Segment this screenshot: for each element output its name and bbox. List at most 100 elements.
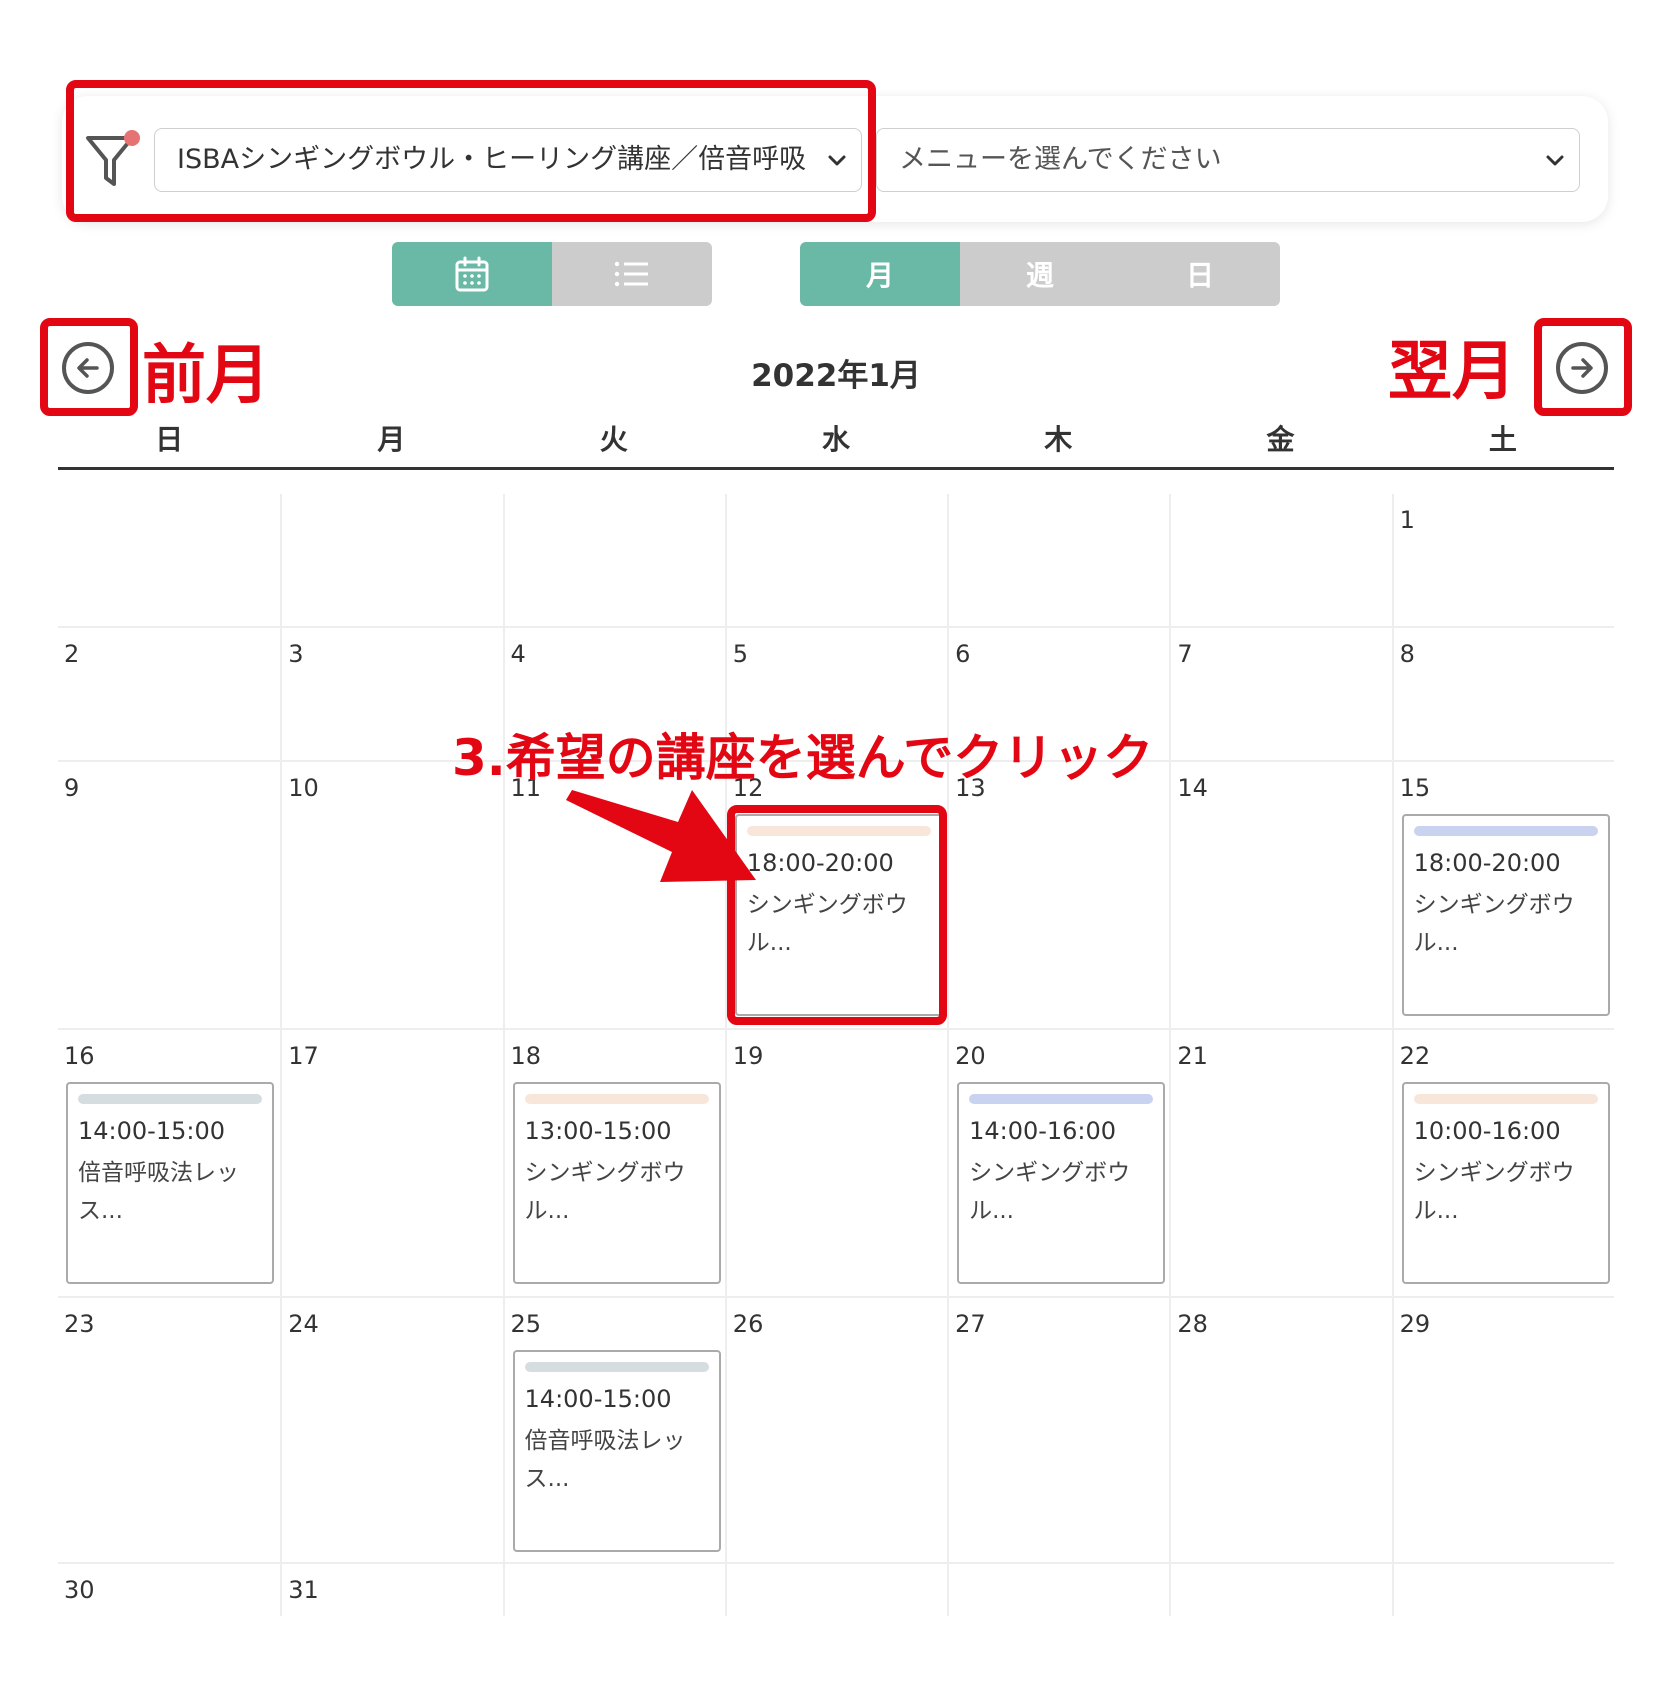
day-cell[interactable]: 7 <box>1169 628 1391 760</box>
event-card[interactable]: 14:00-15:00 倍音呼吸法レッス... <box>512 1350 721 1552</box>
month-title: 2022年1月 <box>751 358 921 394</box>
day-number: 27 <box>955 1310 986 1338</box>
day-cell[interactable]: 13 <box>947 762 1169 1028</box>
day-number: 10 <box>288 774 319 802</box>
event-card[interactable]: 13:00-15:00 シンギングボウル... <box>512 1082 721 1284</box>
day-cell <box>1169 1564 1391 1616</box>
range-day-button[interactable]: 日 <box>1120 242 1280 306</box>
weekday-label: 月 <box>377 423 406 456</box>
day-cell[interactable]: 27 <box>947 1298 1169 1562</box>
week-row: 30 31 <box>58 1564 1614 1616</box>
day-number: 24 <box>288 1310 319 1338</box>
annotation-prev-month: 前月 <box>142 339 270 413</box>
day-cell[interactable]: 24 <box>280 1298 502 1562</box>
weekday-label: 金 <box>1266 423 1295 456</box>
event-card[interactable]: 10:00-16:00 シンギングボウル... <box>1401 1082 1610 1284</box>
day-cell[interactable]: 22 10:00-16:00 シンギングボウル... <box>1391 1030 1614 1296</box>
day-cell[interactable]: 10 <box>280 762 502 1028</box>
day-cell[interactable]: 26 <box>724 1298 947 1562</box>
day-cell <box>947 494 1169 626</box>
arrow-right-circle-icon <box>1571 358 1593 378</box>
event-color-bar <box>78 1094 262 1104</box>
weekday-label: 火 <box>599 423 628 456</box>
day-cell[interactable]: 15 18:00-20:00 シンギングボウル... <box>1391 762 1614 1028</box>
event-card[interactable]: 14:00-15:00 倍音呼吸法レッス... <box>66 1082 274 1284</box>
day-number: 23 <box>64 1310 95 1338</box>
week-row: 9 10 11 12 18:00-20:00 シンギングボウル... 13 14 15 18:00… <box>58 762 1614 1030</box>
day-cell[interactable]: 30 <box>58 1564 280 1616</box>
day-cell[interactable]: 2 <box>58 628 280 760</box>
event-title: シンギングボウル... <box>1413 1160 1575 1224</box>
day-cell[interactable]: 14 <box>1169 762 1391 1028</box>
event-time: 14:00-16:00 <box>969 1117 1117 1145</box>
weekday-label: 日 <box>155 423 184 456</box>
day-number: 22 <box>1399 1042 1431 1070</box>
event-color-bar <box>746 826 931 836</box>
day-cell <box>724 1564 947 1616</box>
event-color-bar <box>524 1362 709 1372</box>
day-number: 15 <box>1399 774 1431 802</box>
event-time: 13:00-15:00 <box>524 1117 672 1145</box>
day-number: 6 <box>955 640 971 668</box>
day-cell[interactable]: 25 14:00-15:00 倍音呼吸法レッス... <box>502 1298 725 1562</box>
day-cell <box>502 1564 725 1616</box>
event-title: シンギングボウル... <box>1413 892 1575 956</box>
day-number: 4 <box>510 640 526 668</box>
list-view-button[interactable] <box>552 242 712 306</box>
menu-select[interactable]: メニューを選んでください <box>876 128 1580 192</box>
day-cell <box>502 494 725 626</box>
event-card[interactable]: 18:00-20:00 シンギングボウル... <box>1401 814 1610 1016</box>
week-row: 16 14:00-15:00 倍音呼吸法レッス... 17 18 13:00-15:00 シ… <box>58 1030 1614 1298</box>
day-number: 19 <box>732 1042 764 1070</box>
event-color-bar <box>524 1094 709 1104</box>
chevron-down-icon <box>828 155 846 166</box>
event-card[interactable]: 18:00-20:00 シンギングボウル... <box>734 814 943 1016</box>
prev-month-button[interactable] <box>62 342 114 394</box>
day-cell[interactable]: 9 <box>58 762 280 1028</box>
day-cell[interactable]: 21 <box>1169 1030 1391 1296</box>
list-icon <box>614 261 648 287</box>
filter-icon <box>86 130 140 186</box>
day-cell[interactable]: 20 14:00-16:00 シンギングボウル... <box>947 1030 1169 1296</box>
day-number: 29 <box>1399 1310 1431 1338</box>
day-cell <box>724 494 947 626</box>
event-card[interactable]: 14:00-16:00 シンギングボウル... <box>957 1082 1166 1284</box>
range-month-button[interactable]: 月 <box>800 242 960 306</box>
day-cell[interactable]: 19 <box>724 1030 947 1296</box>
day-cell[interactable]: 18 13:00-15:00 シンギングボウル... <box>502 1030 725 1296</box>
day-number: 9 <box>64 774 80 802</box>
day-cell[interactable]: 8 <box>1391 628 1614 760</box>
day-number: 25 <box>510 1310 542 1338</box>
day-cell[interactable]: 31 <box>280 1564 502 1616</box>
day-cell[interactable]: 29 <box>1391 1298 1614 1562</box>
day-cell[interactable]: 28 <box>1169 1298 1391 1562</box>
week-row: 1 <box>58 494 1614 628</box>
calendar-grid: 1 2 3 4 5 6 7 8 9 10 11 12 18:00-20:00 シンギングボウル... 13 1… <box>58 494 1614 1616</box>
day-number: 14 <box>1177 774 1208 802</box>
calendar-view-button[interactable] <box>392 242 552 306</box>
event-time: 18:00-20:00 <box>1413 849 1561 877</box>
annotation-instruction: 3.希望の講座を選んでクリック <box>452 729 1154 787</box>
event-title: シンギングボウル... <box>969 1160 1131 1224</box>
chevron-down-icon <box>1546 155 1564 166</box>
event-time: 14:00-15:00 <box>524 1385 672 1413</box>
day-number: 20 <box>955 1042 986 1070</box>
day-cell[interactable]: 17 <box>280 1030 502 1296</box>
day-cell <box>1169 494 1391 626</box>
day-cell[interactable]: 1 <box>1391 494 1614 626</box>
range-week-button[interactable]: 週 <box>960 242 1120 306</box>
day-cell[interactable]: 16 14:00-15:00 倍音呼吸法レッス... <box>58 1030 280 1296</box>
event-time: 14:00-15:00 <box>78 1117 225 1145</box>
event-title: シンギングボウル... <box>746 892 908 956</box>
weekday-label: 土 <box>1488 423 1517 456</box>
event-title: 倍音呼吸法レッス... <box>524 1428 686 1492</box>
day-cell[interactable]: 23 <box>58 1298 280 1562</box>
menu-select-placeholder: メニューを選んでください <box>899 144 1222 175</box>
course-select[interactable]: ISBAシンギングボウル・ヒーリング講座／倍音呼吸 <box>154 128 862 192</box>
next-month-button[interactable] <box>1556 342 1608 394</box>
day-number: 7 <box>1177 640 1193 668</box>
event-color-bar <box>1413 1094 1598 1104</box>
day-number: 30 <box>64 1576 95 1604</box>
event-time: 18:00-20:00 <box>746 849 894 877</box>
day-number: 3 <box>288 640 304 668</box>
